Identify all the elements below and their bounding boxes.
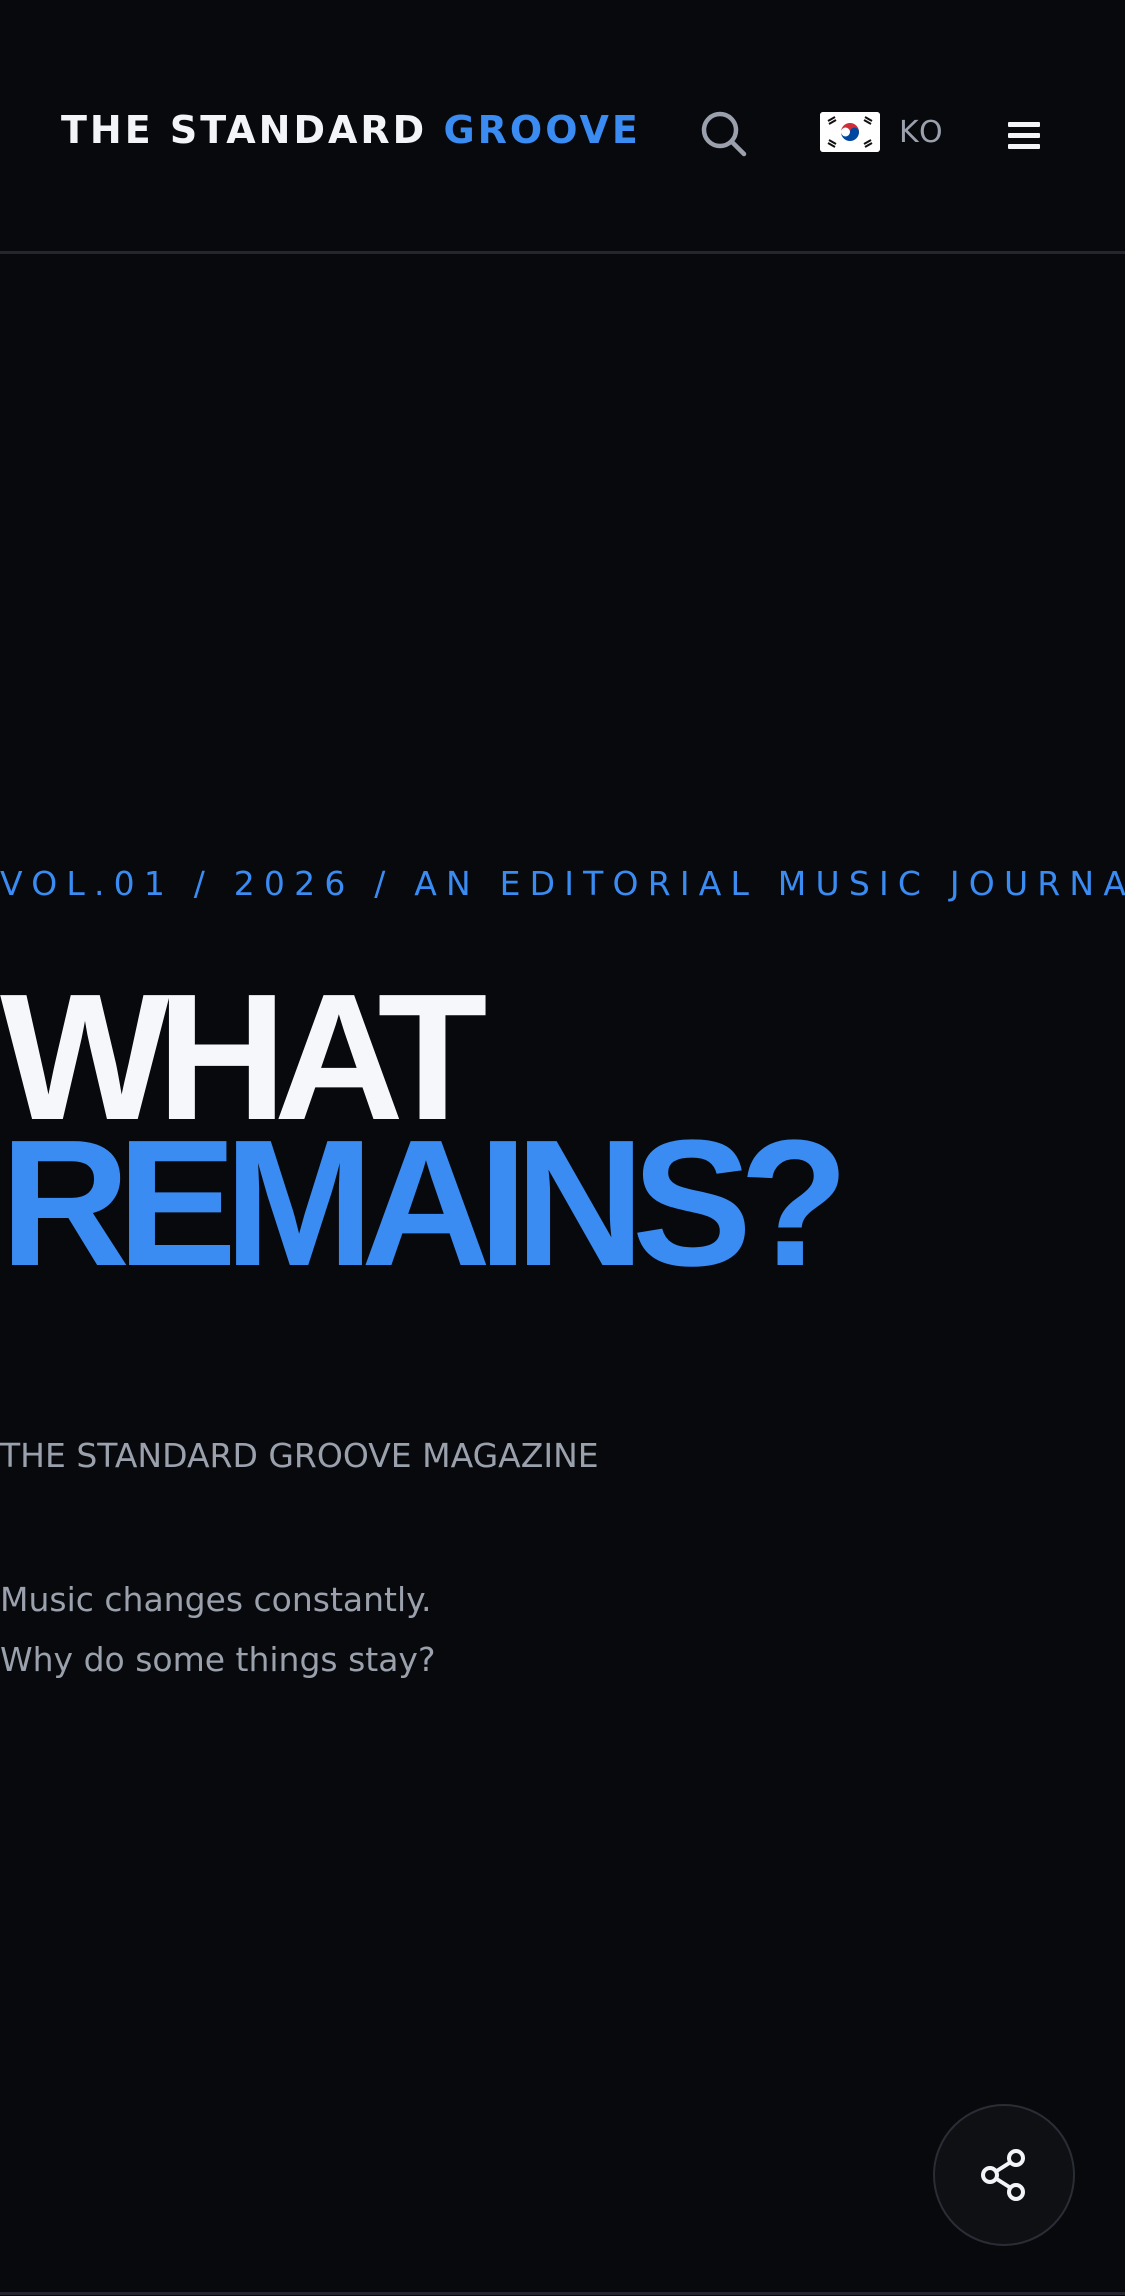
brand-accent: GROOVE xyxy=(443,108,641,152)
search-button[interactable] xyxy=(698,108,750,160)
search-icon xyxy=(701,111,747,157)
tagline-line-1: Music changes constantly. xyxy=(0,1580,432,1619)
page: THE STANDARD GROOVE KO VOL.01 / 2026 / A… xyxy=(0,0,1125,2296)
brand-primary: THE STANDARD xyxy=(61,108,428,152)
language-switcher[interactable]: KO xyxy=(820,108,945,156)
site-header: THE STANDARD GROOVE KO xyxy=(0,0,1125,254)
korea-flag-icon xyxy=(820,112,880,152)
hero-tagline: Music changes constantly. Why do some th… xyxy=(0,1570,435,1690)
hero-headline: WHAT REMAINS? xyxy=(0,968,849,1304)
brand-logo[interactable]: THE STANDARD GROOVE xyxy=(61,106,641,154)
share-icon xyxy=(981,2149,1025,2201)
headline-line-2: REMAINS? xyxy=(0,1103,849,1304)
magazine-name: THE STANDARD GROOVE MAGAZINE xyxy=(0,1436,599,1475)
share-button[interactable] xyxy=(933,2104,1075,2246)
issue-eyebrow: VOL.01 / 2026 / AN EDITORIAL MUSIC JOURN… xyxy=(0,864,1125,903)
bottom-divider xyxy=(0,2292,1125,2295)
menu-button[interactable] xyxy=(1006,118,1044,152)
tagline-line-2: Why do some things stay? xyxy=(0,1640,436,1679)
language-code: KO xyxy=(899,114,945,150)
